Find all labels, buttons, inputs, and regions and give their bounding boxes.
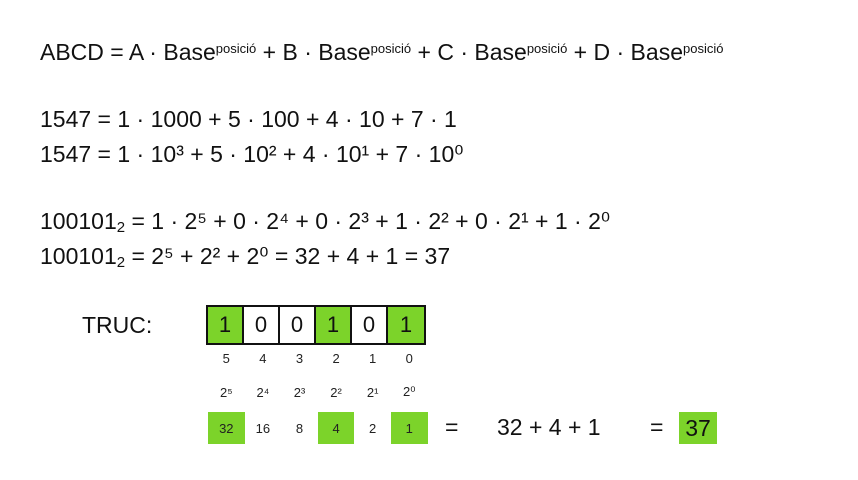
exponent-posicio: posició — [526, 41, 568, 56]
exponent-posicio: posició — [682, 41, 724, 56]
bit-cell: 1 — [208, 307, 244, 343]
base-subscript: 2 — [116, 254, 126, 271]
power-label: 2⁰ — [403, 384, 416, 399]
position-row: 5 4 3 2 1 0 — [208, 350, 428, 366]
position-label: 4 — [259, 350, 267, 366]
base-subscript: 2 — [116, 219, 126, 236]
place-value-cell: 4 — [317, 412, 355, 444]
position-label: 0 — [405, 350, 413, 366]
bit-cell: 0 — [352, 307, 388, 343]
power-label: 2⁴ — [256, 384, 270, 400]
general-formula-term-d: + D · Base — [567, 39, 683, 65]
power-label: 2² — [330, 384, 342, 400]
place-value-cell: 8 — [295, 420, 304, 436]
general-formula: ABCD = A · Baseposició + B · Baseposició… — [40, 39, 723, 65]
bit-cell: 1 — [316, 307, 352, 343]
equals-sign: = — [650, 414, 664, 440]
equals-sign: = — [445, 414, 459, 440]
power-label: 2³ — [293, 384, 306, 400]
power-label: 2¹ — [366, 384, 379, 400]
value-row: 32 16 8 4 2 1 — [208, 412, 428, 444]
position-label: 2 — [332, 350, 340, 366]
bit-cell: 1 — [388, 307, 424, 343]
exponent-posicio: posició — [215, 41, 257, 56]
binary-expansion-1: 1001012 = 1 · 2⁵ + 0 · 2⁴ + 0 · 2³ + 1 ·… — [40, 208, 611, 236]
exponent-posicio: posició — [370, 41, 412, 56]
binary-number: 100101 — [40, 208, 117, 234]
place-value-cell: 1 — [390, 412, 428, 444]
power-row: 2⁵ 2⁴ 2³ 2² 2¹ 2⁰ — [208, 384, 428, 400]
binary-expansion-terms: = 1 · 2⁵ + 0 · 2⁴ + 0 · 2³ + 1 · 2² + 0 … — [125, 208, 611, 234]
decimal-expansion-2: 1547 = 1 · 10³ + 5 · 10² + 4 · 10¹ + 7 ·… — [40, 141, 464, 167]
binary-number: 100101 — [40, 243, 117, 269]
place-value-cell: 32 — [208, 412, 245, 444]
bit-boxes: 100101 — [206, 305, 426, 345]
bit-cell: 0 — [280, 307, 316, 343]
trick-label: TRUC: — [82, 312, 153, 338]
general-formula-term-c: + C · Base — [411, 39, 527, 65]
place-value-cell: 2 — [369, 420, 377, 436]
binary-expansion-2: 1001012 = 2⁵ + 2² + 2⁰ = 32 + 4 + 1 = 37 — [40, 243, 451, 271]
general-formula-lhs: ABCD = A · Base — [40, 39, 216, 65]
position-label: 3 — [295, 350, 304, 366]
sum-expression: 32 + 4 + 1 — [497, 414, 601, 440]
position-label: 1 — [369, 350, 377, 366]
power-label: 2⁵ — [219, 384, 233, 400]
binary-sum-terms: = 2⁵ + 2² + 2⁰ = 32 + 4 + 1 = 37 — [125, 243, 451, 269]
result-box: 37 — [679, 412, 717, 444]
position-label: 5 — [222, 350, 230, 366]
general-formula-term-b: + B · Base — [256, 39, 371, 65]
decimal-expansion-1: 1547 = 1 · 1000 + 5 · 100 + 4 · 10 + 7 ·… — [40, 106, 457, 132]
bit-cell: 0 — [244, 307, 280, 343]
place-value-cell: 16 — [255, 420, 271, 436]
